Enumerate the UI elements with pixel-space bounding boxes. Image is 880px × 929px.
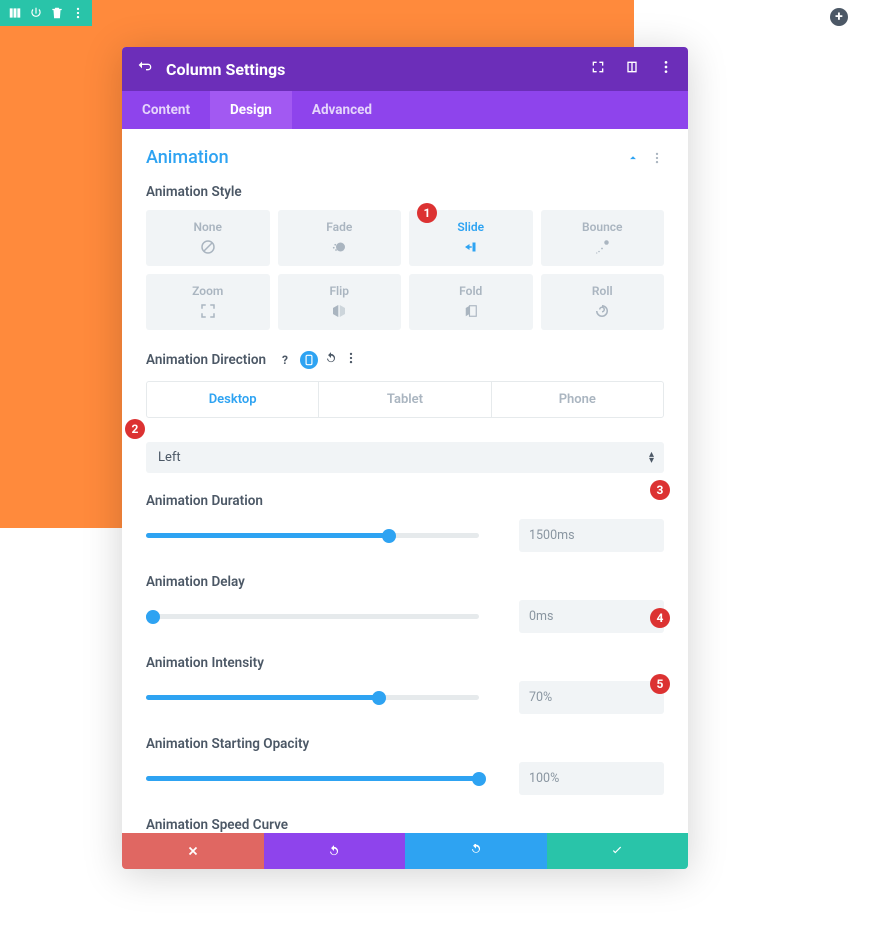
device-tabs: Desktop Tablet Phone (146, 381, 664, 418)
style-none[interactable]: None (146, 210, 270, 266)
animation-style-label: Animation Style (146, 184, 664, 200)
expand-icon[interactable] (590, 59, 606, 79)
element-toolbar (0, 0, 92, 26)
undo-button[interactable] (264, 833, 406, 869)
style-flip[interactable]: Flip (278, 274, 402, 330)
help-icon[interactable]: ? (276, 351, 294, 369)
save-button[interactable] (547, 833, 689, 869)
style-zoom[interactable]: Zoom (146, 274, 270, 330)
back-icon[interactable] (136, 59, 152, 79)
section-header[interactable]: Animation (146, 147, 664, 168)
section-title: Animation (146, 147, 626, 168)
callout-3: 3 (650, 480, 670, 500)
opacity-label: Animation Starting Opacity (146, 736, 664, 752)
device-phone[interactable]: Phone (492, 382, 663, 417)
direction-select[interactable]: Left ▴▾ (146, 442, 664, 473)
animation-direction-label: Animation Direction (146, 352, 266, 368)
modal-body: Animation Animation Style None Fade Slid… (122, 129, 688, 833)
trash-icon[interactable] (47, 3, 67, 23)
direction-row: Animation Direction ? (146, 350, 664, 369)
curve-label: Animation Speed Curve (146, 817, 664, 833)
add-button[interactable]: + (830, 8, 848, 26)
duration-label: Animation Duration (146, 493, 664, 509)
style-roll[interactable]: Roll (541, 274, 665, 330)
modal-footer (122, 833, 688, 869)
more-vertical-icon[interactable] (344, 350, 358, 369)
tab-content[interactable]: Content (122, 91, 210, 129)
intensity-slider[interactable] (146, 695, 479, 700)
device-desktop[interactable]: Desktop (147, 382, 319, 417)
duration-value[interactable]: 1500ms (519, 519, 664, 552)
power-icon[interactable] (26, 3, 46, 23)
delay-value[interactable]: 0ms (519, 600, 664, 633)
opacity-slider[interactable] (146, 776, 479, 781)
tab-advanced[interactable]: Advanced (292, 91, 392, 129)
cancel-button[interactable] (122, 833, 264, 869)
callout-2: 2 (125, 419, 145, 439)
device-toggle-icon[interactable] (300, 351, 318, 369)
select-arrows-icon: ▴▾ (649, 452, 654, 464)
delay-label: Animation Delay (146, 574, 664, 590)
style-bounce[interactable]: Bounce (541, 210, 665, 266)
style-fold[interactable]: Fold (409, 274, 533, 330)
reset-icon[interactable] (324, 350, 338, 369)
modal-header: Column Settings (122, 47, 688, 91)
intensity-value[interactable]: 70% (519, 681, 664, 714)
duration-slider[interactable] (146, 533, 479, 538)
modal-tabs: Content Design Advanced (122, 91, 688, 129)
chevron-up-icon (626, 151, 640, 165)
more-vertical-icon[interactable] (658, 59, 674, 79)
device-tablet[interactable]: Tablet (319, 382, 491, 417)
opacity-value[interactable]: 100% (519, 762, 664, 795)
callout-4: 4 (650, 608, 670, 628)
redo-button[interactable] (405, 833, 547, 869)
delay-slider[interactable] (146, 614, 479, 619)
callout-1: 1 (417, 203, 437, 223)
settings-modal: Column Settings Content Design Advanced … (122, 47, 688, 869)
direction-value: Left (158, 450, 181, 465)
tab-design[interactable]: Design (210, 91, 292, 129)
more-icon[interactable] (68, 3, 88, 23)
modal-title: Column Settings (166, 60, 590, 79)
responsive-icon[interactable] (624, 59, 640, 79)
callout-5: 5 (650, 674, 670, 694)
style-fade[interactable]: Fade (278, 210, 402, 266)
animation-style-grid: None Fade Slide Bounce Zoom Flip Fold Ro… (146, 210, 664, 330)
more-vertical-icon[interactable] (650, 151, 664, 165)
columns-icon[interactable] (5, 3, 25, 23)
intensity-label: Animation Intensity (146, 655, 664, 671)
